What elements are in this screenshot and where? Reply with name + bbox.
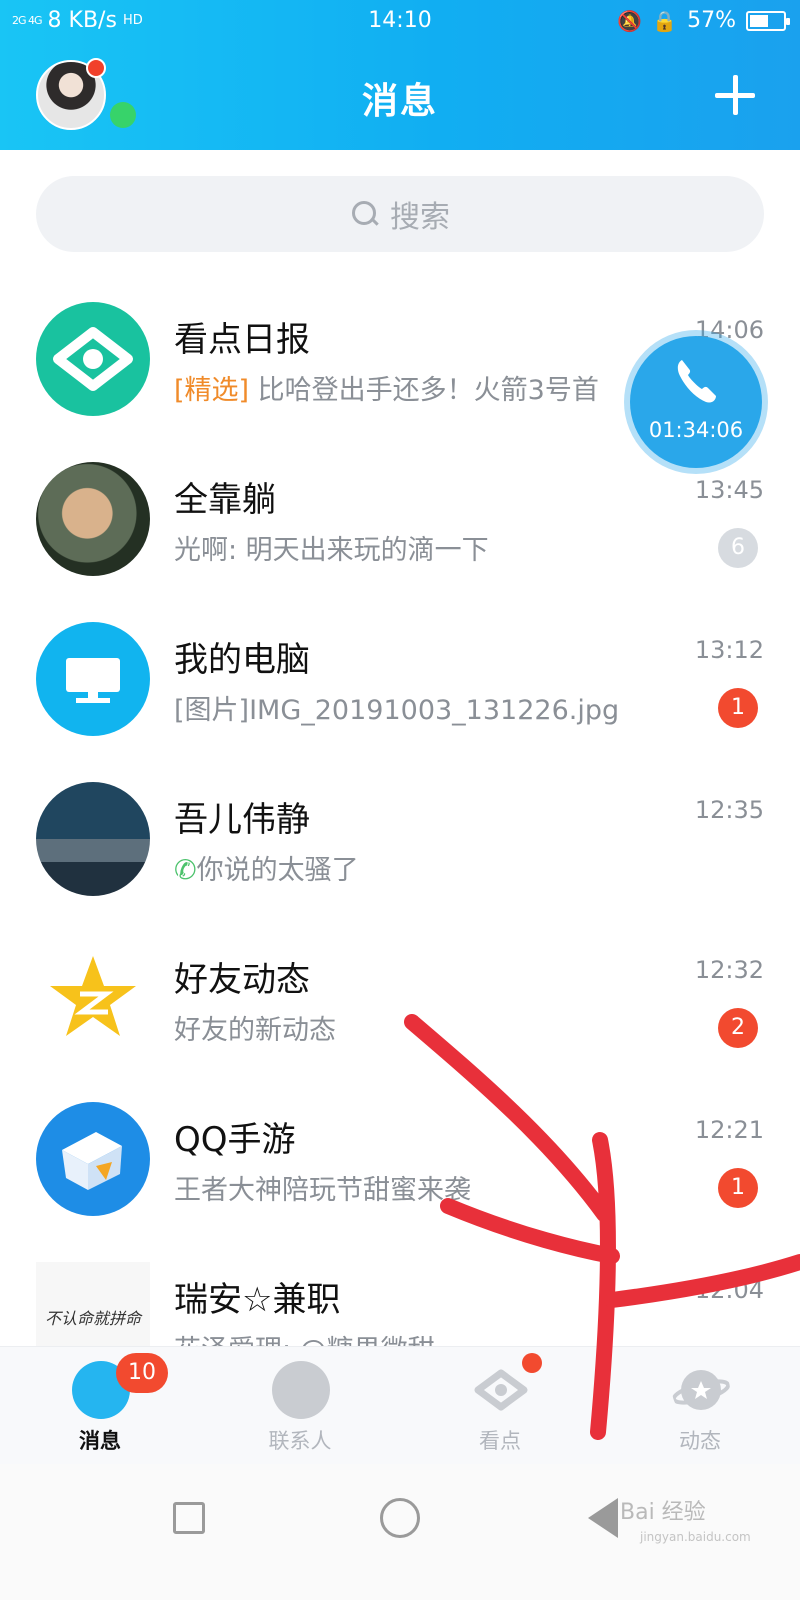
qq-games-avatar — [36, 1102, 150, 1216]
tab-feed[interactable]: 动态 — [600, 1347, 800, 1465]
chat-name: 好友动态 — [174, 960, 310, 1000]
system-nav-bar: Bai 经验 jingyan.baidu.com — [0, 1464, 800, 1600]
game-cube-icon — [62, 1132, 122, 1190]
tab-kandian[interactable]: 看点 — [400, 1347, 600, 1465]
chat-preview-text: 你说的太骚了 — [196, 855, 359, 886]
chat-time: 12:32 — [694, 956, 764, 984]
person-icon — [272, 1361, 330, 1419]
chat-preview: 光啊: 明天出来玩的滴一下 — [174, 535, 489, 566]
chat-row-friend-feed[interactable]: 好友动态 好友的新动态 12:32 2 — [0, 906, 800, 1066]
contact-avatar — [36, 782, 150, 896]
friend-feed-avatar — [36, 942, 150, 1056]
planet-icon — [672, 1370, 730, 1410]
chat-time: 12:04 — [694, 1276, 764, 1304]
app-header: 2G 4G 8 KB/s HD 14:10 🔕 🔒 57% 消息 — [0, 0, 800, 150]
call-timer: 01:34:06 — [648, 418, 744, 442]
eye-icon — [474, 1369, 528, 1411]
star-icon — [50, 956, 136, 1036]
battery-fill — [750, 14, 768, 27]
recent-apps-button[interactable] — [173, 1502, 205, 1534]
chat-name: QQ手游 — [174, 1120, 296, 1160]
chat-name: 全靠躺 — [174, 480, 276, 520]
chat-time: 12:21 — [694, 1116, 764, 1144]
unread-badge: 6 — [718, 528, 758, 568]
tab-label: 消息 — [79, 1429, 121, 1453]
chat-time: 13:12 — [694, 636, 764, 664]
status-right: 🔕 🔒 57% — [617, 8, 790, 33]
unread-badge: 2 — [718, 1008, 758, 1048]
chat-row-wuer[interactable]: 吾儿伟静 ✆你说的太骚了 12:35 — [0, 746, 800, 906]
eye-icon — [53, 327, 133, 391]
tab-badge: 10 — [116, 1353, 168, 1393]
search-bar[interactable]: 搜索 — [36, 176, 764, 252]
tab-messages[interactable]: 10 消息 — [0, 1347, 200, 1465]
tab-contacts[interactable]: 联系人 — [200, 1347, 400, 1465]
unread-badge: 1 — [718, 1168, 758, 1208]
chat-name: 吾儿伟静 — [174, 800, 310, 840]
tab-label: 联系人 — [268, 1429, 332, 1453]
battery-icon — [746, 10, 790, 31]
bottom-tab-bar: 10 消息 联系人 看点 动态 — [0, 1346, 800, 1464]
monitor-icon — [66, 658, 120, 703]
tab-label: 动态 — [679, 1429, 721, 1453]
chat-preview: [图片]IMG_20191003_131226.jpg — [174, 695, 620, 726]
status-bar: 2G 4G 8 KB/s HD 14:10 🔕 🔒 57% — [0, 0, 800, 42]
chat-preview: [精选] 比哈登出手还多！火箭3号首 — [174, 368, 644, 407]
mute-icon: 🔕 — [617, 8, 643, 33]
unread-badge: 1 — [718, 688, 758, 728]
back-button[interactable] — [588, 1498, 618, 1538]
page-title: 消息 — [361, 81, 438, 122]
chat-preview: ✆你说的太骚了 — [174, 848, 644, 887]
ongoing-call-bubble[interactable]: 01:34:06 — [630, 336, 762, 468]
tab-label: 看点 — [479, 1429, 521, 1453]
search-placeholder: 搜索 — [390, 200, 450, 235]
tab-dot — [522, 1353, 542, 1373]
chat-row-qq-games[interactable]: QQ手游 王者大神陪玩节甜蜜来袭 12:21 1 — [0, 1066, 800, 1226]
chat-time: 12:35 — [694, 796, 764, 824]
chat-name: 我的电脑 — [174, 640, 310, 680]
chat-preview: 好友的新动态 — [174, 1015, 336, 1046]
watermark-url: jingyan.baidu.com — [640, 1530, 751, 1544]
group-avatar — [36, 462, 150, 576]
kandian-avatar — [36, 302, 150, 416]
chat-preview: 王者大神陪玩节甜蜜来袭 — [174, 1175, 471, 1206]
phone-call-icon: ✆ — [174, 855, 197, 886]
chat-name: 瑞安☆兼职 — [174, 1280, 341, 1320]
plus-button[interactable] — [710, 70, 760, 120]
chat-time: 13:45 — [694, 476, 764, 504]
lock-icon: 🔒 — [652, 8, 678, 33]
featured-tag: [精选] — [174, 375, 250, 406]
chat-preview-text: 比哈登出手还多！火箭3号首 — [249, 375, 599, 406]
chat-row-my-computer[interactable]: 我的电脑 [图片]IMG_20191003_131226.jpg 13:12 1 — [0, 586, 800, 746]
home-button[interactable] — [380, 1498, 420, 1538]
battery-percent: 57% — [687, 8, 736, 33]
chat-name: 看点日报 — [174, 320, 310, 360]
watermark: Bai 经验 — [620, 1500, 706, 1525]
my-computer-avatar — [36, 622, 150, 736]
phone-icon — [677, 360, 716, 403]
search-icon — [350, 199, 380, 229]
